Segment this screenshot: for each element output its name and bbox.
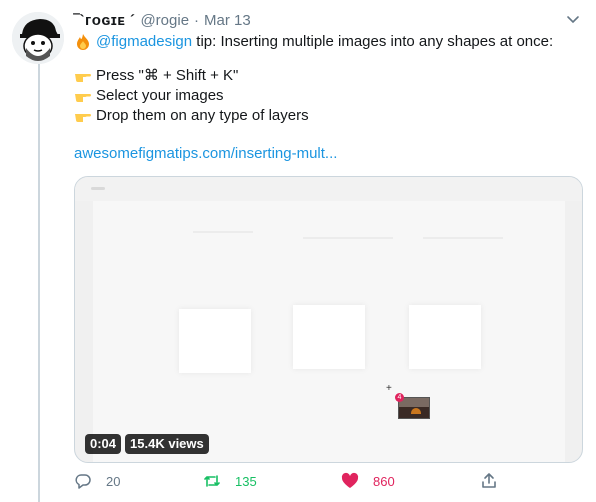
image-count-badge: 4 (395, 393, 404, 402)
heart-icon (341, 472, 359, 488)
step-item: Press "⌘ + Shift + K" (74, 66, 584, 86)
display-name[interactable]: ‾`ᴦoɢɪᴇ ´ (74, 11, 135, 31)
like-button[interactable]: 860 (341, 470, 395, 492)
step-text: Select your images (96, 87, 224, 104)
reply-icon (75, 474, 91, 489)
pointing-hand-icon (75, 94, 91, 102)
canvas-line (303, 237, 393, 239)
retweet-button[interactable]: 135 (203, 470, 257, 492)
separator-dot: · (194, 12, 200, 29)
link-line: awesomefigmatips.com/inserting-mult... (74, 144, 584, 164)
step-item: Drop them on any type of layers (74, 106, 584, 126)
tweet-intro-text: tip: Inserting multiple images into any … (192, 33, 554, 50)
tweet-text: @figmadesign tip: Inserting multiple ima… (74, 32, 584, 164)
tweet-date[interactable]: Mar 13 (204, 11, 251, 31)
shape-layer (409, 305, 481, 369)
step-text: Drop them on any type of layers (96, 107, 309, 124)
mention-link[interactable]: @figmadesign (96, 32, 192, 52)
fire-icon (77, 34, 89, 50)
shape-layer (179, 309, 251, 373)
video-player[interactable]: + 4 0:04 15.4K views (74, 176, 583, 463)
chevron-down-icon[interactable] (566, 12, 580, 26)
avatar-illustration (12, 12, 64, 64)
tweet-intro: @figmadesign tip: Inserting multiple ima… (74, 32, 584, 52)
avatar[interactable] (12, 12, 64, 64)
shape-layer (293, 305, 365, 369)
like-count: 860 (373, 473, 395, 489)
canvas-line (423, 237, 503, 239)
pointing-hand-icon (75, 114, 91, 122)
video-views: 15.4K views (125, 434, 209, 454)
retweet-icon (204, 475, 220, 487)
plus-cursor-icon: + (386, 383, 392, 394)
figma-toolbar (75, 177, 582, 201)
share-icon (482, 473, 496, 488)
pointing-hand-icon (75, 74, 91, 82)
retweet-count: 135 (235, 473, 257, 489)
tweet-actions: 20 135 860 (74, 470, 514, 492)
figma-canvas (93, 201, 565, 462)
tweet-link[interactable]: awesomefigmatips.com/inserting-mult... (74, 144, 337, 164)
video-duration: 0:04 (85, 434, 122, 454)
share-button[interactable] (480, 470, 512, 492)
reply-button[interactable]: 20 (74, 470, 120, 492)
reply-count: 20 (106, 473, 121, 489)
user-handle[interactable]: @rogie (140, 11, 189, 31)
thread-line (38, 64, 40, 502)
step-item: Select your images (74, 86, 584, 106)
step-text: Press "⌘ + Shift + K" (96, 67, 239, 84)
video-badges: 0:04 15.4K views (85, 434, 209, 454)
tweet-header: ‾`ᴦoɢɪᴇ ´ @rogie · Mar 13 (74, 11, 580, 31)
canvas-line (193, 231, 253, 233)
